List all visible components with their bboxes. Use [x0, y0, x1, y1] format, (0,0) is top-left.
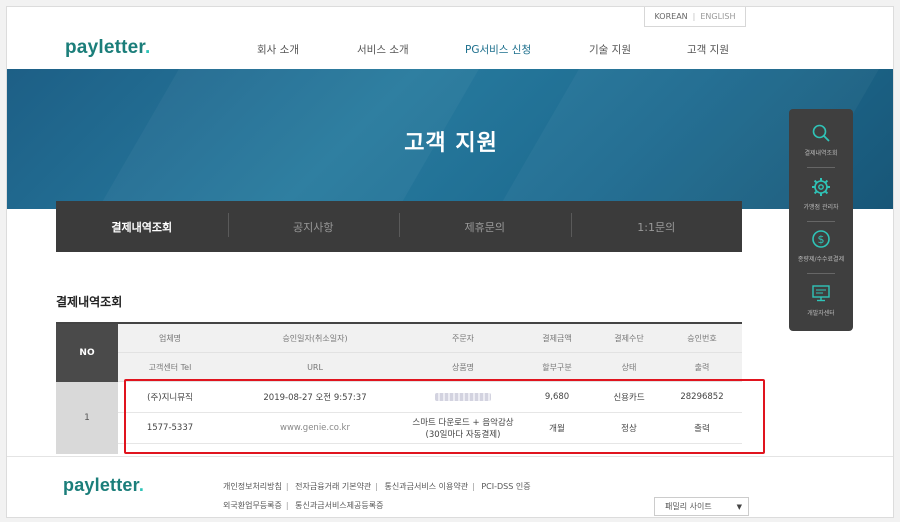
quick-menu-divider [807, 221, 835, 222]
page-frame: KOREAN | ENGLISH payletter. 회사 소개 서비스 소개… [6, 6, 894, 518]
column-header: 고객센터 Tel [148, 362, 192, 372]
quick-menu-label: 개발자센터 [807, 310, 835, 317]
print-link[interactable]: 출력 [662, 413, 742, 443]
svg-text:$: $ [818, 233, 825, 246]
section-title: 결제내역조회 [56, 295, 123, 309]
nav-customer-support[interactable]: 고객 지원 [687, 42, 729, 57]
quick-menu-divider [807, 273, 835, 274]
approval-date: 2019-08-27 오전 9:57:37 [263, 393, 367, 403]
installment-type: 개월 [549, 424, 565, 434]
footer-links-row: 개인정보처리방침 | 전자금융거래 기본약관 | 통신과금서비스 이용약관 | PCI… [223, 477, 531, 496]
header-logo-dot: . [144, 37, 151, 58]
payment-method: 신용카드 [613, 393, 645, 403]
table-header: NO 업체명 승인일자(취소일자) 주문자 결제금액 결제수단 승인번호 고객센… [56, 324, 742, 382]
main-nav: 회사 소개 서비스 소개 PG서비스 신청 기술 지원 고객 지원 [257, 42, 729, 57]
quick-menu: 결제내역조회 가맹점 관리자 $ 종량제/수수료결제 개발자센터 [789, 109, 853, 331]
footer: payletter. 개인정보처리방침 | 전자금융거래 기본약관 | 통신과금서비… [7, 456, 893, 517]
gear-icon [812, 178, 830, 196]
nav-company[interactable]: 회사 소개 [257, 42, 357, 57]
column-header: 할부구분 [542, 362, 572, 372]
masked-text [435, 393, 491, 401]
tab-one-on-one[interactable]: 1:1문의 [570, 212, 743, 237]
tab-notice[interactable]: 공지사항 [227, 212, 400, 237]
nav-service[interactable]: 서비스 소개 [357, 42, 465, 57]
tab-payment-history[interactable]: 결제내역조회 [56, 219, 228, 235]
footer-links: 개인정보처리방침 | 전자금융거래 기본약관 | 통신과금서비스 이용약관 | PCI… [223, 477, 531, 515]
company-name: (주)지니뮤직 [147, 393, 193, 403]
payment-status: 정상 [621, 424, 637, 434]
column-header-no: NO [56, 324, 118, 382]
tab-partnership[interactable]: 제휴문의 [399, 212, 571, 237]
footer-link-e-finance-terms[interactable]: 전자금융거래 기본약관 [295, 482, 371, 491]
column-header: 승인번호 [687, 333, 717, 343]
family-site-select[interactable]: 패밀리 사이트 ▼ [654, 497, 749, 516]
quick-menu-label: 가맹점 관리자 [803, 204, 839, 211]
column-header: 출력 [694, 362, 710, 372]
nav-tech-support[interactable]: 기술 지원 [589, 42, 687, 57]
footer-link-pci-dss[interactable]: PCI-DSS 인증 [481, 482, 530, 491]
column-header: 상품명 [451, 362, 475, 372]
nav-pg-apply[interactable]: PG서비스 신청 [465, 42, 589, 57]
hero-banner: 고객 지원 [7, 69, 893, 209]
header-row: 고객센터 Tel URL 상품명 할부구분 상태 출력 [118, 353, 742, 382]
footer-logo-dot: . [138, 475, 145, 495]
header-row: 업체명 승인일자(취소일자) 주문자 결제금액 결제수단 승인번호 [118, 324, 742, 353]
monitor-icon [812, 285, 830, 302]
quick-fee-payment[interactable]: $ 종량제/수수료결제 [789, 229, 853, 263]
footer-separator: | [375, 482, 378, 491]
lang-separator: | [692, 12, 696, 21]
column-header: 업체명 [158, 333, 182, 343]
family-site-label: 패밀리 사이트 [665, 502, 712, 511]
product-name: 스마트 다운로드 + 음악감상 (30일마다 자동결제) [412, 418, 514, 440]
dollar-icon: $ [812, 230, 830, 248]
customer-center-tel: 1577-5337 [146, 423, 194, 433]
quick-merchant-admin[interactable]: 가맹점 관리자 [789, 177, 853, 211]
footer-link-carrier-billing-terms[interactable]: 통신과금서비스 이용약관 [385, 482, 469, 491]
column-header: 주문자 [451, 333, 475, 343]
footer-link-foreign-exchange[interactable]: 외국환업무등록증 [223, 501, 282, 510]
chevron-down-icon: ▼ [736, 502, 742, 511]
search-icon [812, 124, 830, 142]
table-row: (주)지니뮤직 2019-08-27 오전 9:57:37 9,680 신용카드… [118, 382, 742, 454]
column-header: 승인일자(취소일자) [282, 333, 348, 343]
quick-developer-center[interactable]: 개발자센터 [789, 283, 853, 317]
header-logo[interactable]: payletter. [65, 37, 150, 59]
table-row-top: (주)지니뮤직 2019-08-27 오전 9:57:37 9,680 신용카드… [118, 382, 742, 413]
footer-logo[interactable]: payletter. [63, 475, 144, 496]
row-number: 1 [56, 382, 118, 454]
column-header: 결제수단 [614, 333, 644, 343]
footer-separator: | [285, 482, 289, 491]
payment-amount: 9,680 [544, 392, 570, 402]
quick-menu-divider [807, 167, 835, 168]
sub-tab-menu: 결제내역조회 공지사항 제휴문의 1:1문의 [56, 201, 742, 252]
quick-menu-label: 종량제/수수료결제 [797, 256, 845, 263]
column-header: 상태 [621, 362, 637, 372]
lang-korean-link[interactable]: KOREAN [654, 12, 687, 21]
footer-separator: | [472, 482, 475, 491]
header-rows: 업체명 승인일자(취소일자) 주문자 결제금액 결제수단 승인번호 고객센터 T… [118, 324, 742, 382]
footer-link-carrier-billing-registration[interactable]: 통신과금서비스제공등록증 [295, 501, 383, 510]
hero-title: 고객 지원 [404, 131, 498, 156]
table-body: 1 (주)지니뮤직 2019-08-27 오전 9:57:37 9,680 신용… [56, 382, 742, 454]
orderer-name-masked [408, 382, 518, 412]
merchant-url[interactable]: www.genie.co.kr [222, 413, 408, 443]
payment-history-table: NO 업체명 승인일자(취소일자) 주문자 결제금액 결제수단 승인번호 고객센… [56, 322, 742, 454]
lang-english-link[interactable]: ENGLISH [700, 12, 735, 21]
quick-menu-label: 결제내역조회 [804, 150, 838, 157]
quick-payment-history[interactable]: 결제내역조회 [789, 123, 853, 157]
language-switch: KOREAN | ENGLISH [644, 7, 746, 27]
footer-links-row: 외국환업무등록증 | 통신과금서비스제공등록증 [223, 496, 531, 515]
table-row-bottom: 1577-5337 www.genie.co.kr 스마트 다운로드 + 음악감… [118, 413, 742, 444]
footer-logo-text: payletter [63, 475, 139, 495]
footer-separator: | [285, 501, 289, 510]
column-header: URL [307, 362, 323, 372]
header-logo-text: payletter [65, 37, 145, 58]
approval-number: 28296852 [680, 392, 724, 402]
footer-link-privacy[interactable]: 개인정보처리방침 [223, 482, 282, 491]
column-header: 결제금액 [542, 333, 572, 343]
